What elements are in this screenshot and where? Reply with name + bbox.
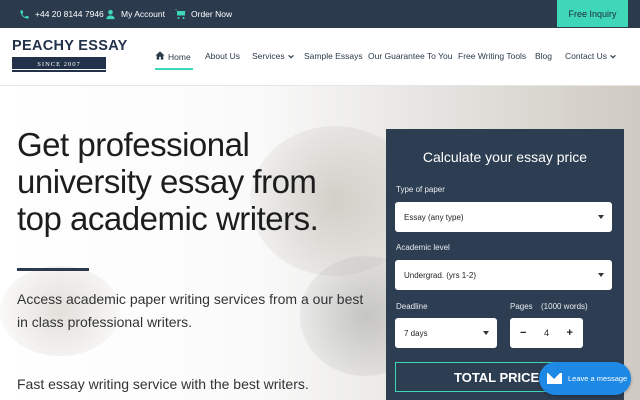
dropdown-caret-icon (598, 273, 604, 277)
pages-decrement-button[interactable]: − (520, 327, 526, 339)
pages-label: Pages (510, 302, 533, 311)
pages-note: (1000 words) (541, 302, 588, 311)
nav-item-writing-tools[interactable]: Free Writing Tools (458, 51, 526, 61)
nav-tools-label: Free Writing Tools (458, 51, 527, 61)
logo-band: SINCE 2007 (12, 57, 106, 69)
nav-item-about[interactable]: About Us (205, 51, 240, 61)
order-now-link[interactable]: Order Now (174, 0, 232, 28)
nav-item-guarantee[interactable]: Our Guarantee To You (368, 51, 452, 61)
hero-headline: Get professional university essay from t… (17, 126, 319, 237)
nav-guarantee-label: Our Guarantee To You (368, 51, 453, 61)
price-calculator: Calculate your essay price Type of paper… (386, 129, 624, 400)
leave-message-label: Leave a message (568, 374, 628, 383)
chevron-down-icon (610, 51, 616, 61)
user-icon (104, 8, 116, 20)
nav-item-blog[interactable]: Blog (535, 51, 552, 61)
pages-increment-button[interactable]: + (567, 327, 573, 339)
home-icon (155, 51, 165, 62)
pages-stepper[interactable]: − 4 + (510, 318, 583, 348)
headline-underline (17, 268, 89, 271)
nav-item-home[interactable]: Home (155, 51, 191, 62)
phone-number: +44 20 8144 7946 (35, 9, 104, 19)
calculator-title: Calculate your essay price (422, 149, 588, 165)
paper-type-label: Type of paper (396, 185, 445, 194)
dropdown-caret-icon (598, 215, 604, 219)
chevron-down-icon (287, 51, 294, 61)
envelope-icon (547, 373, 562, 384)
main-navigation: PEACHY ESSAY SINCE 2007 Home About Us Se… (0, 28, 640, 86)
logo-since: SINCE 2007 (37, 60, 81, 68)
cart-icon (174, 8, 186, 20)
top-bar: +44 20 8144 7946 My Account Order Now Fr… (0, 0, 640, 28)
pages-value: 4 (543, 328, 549, 338)
academic-level-value: Undergrad. (yrs 1-2) (404, 270, 477, 280)
deadline-select[interactable]: 7 days (395, 318, 497, 348)
nav-services-label: Services (252, 51, 285, 61)
order-now-label: Order Now (191, 9, 233, 19)
paper-type-select[interactable]: Essay (any type) (395, 202, 612, 232)
hero-subtext-secondary: Fast essay writing service with the best… (17, 376, 309, 392)
logo-name: PEACHY ESSAY (12, 38, 128, 54)
my-account-label: My Account (121, 9, 165, 19)
logo-divider (12, 70, 106, 72)
deadline-value: 7 days (404, 328, 428, 338)
nav-about-label: About Us (205, 51, 240, 61)
nav-samples-label: Sample Essays (304, 51, 363, 61)
paper-type-value: Essay (any type) (404, 212, 464, 222)
academic-level-select[interactable]: Undergrad. (yrs 1-2) (395, 260, 612, 290)
phone-link[interactable]: +44 20 8144 7946 (18, 0, 104, 28)
academic-level-label: Academic level (396, 243, 450, 252)
leave-message-button[interactable]: Leave a message (539, 362, 631, 395)
nav-blog-label: Blog (535, 51, 553, 61)
nav-home-label: Home (168, 51, 191, 62)
phone-icon (18, 8, 30, 20)
site-logo[interactable]: PEACHY ESSAY SINCE 2007 (12, 38, 128, 72)
nav-item-contact[interactable]: Contact Us (565, 51, 616, 61)
my-account-link[interactable]: My Account (104, 0, 165, 28)
nav-contact-label: Contact Us (565, 51, 608, 61)
free-inquiry-button[interactable]: Free Inquiry (557, 0, 628, 27)
nav-active-indicator (155, 68, 193, 70)
deadline-label: Deadline (396, 302, 428, 311)
hero-subtext: Access academic paper writing services f… (17, 291, 364, 330)
nav-item-services[interactable]: Services (252, 51, 294, 61)
nav-item-sample-essays[interactable]: Sample Essays (304, 51, 363, 61)
dropdown-caret-icon (483, 331, 489, 335)
